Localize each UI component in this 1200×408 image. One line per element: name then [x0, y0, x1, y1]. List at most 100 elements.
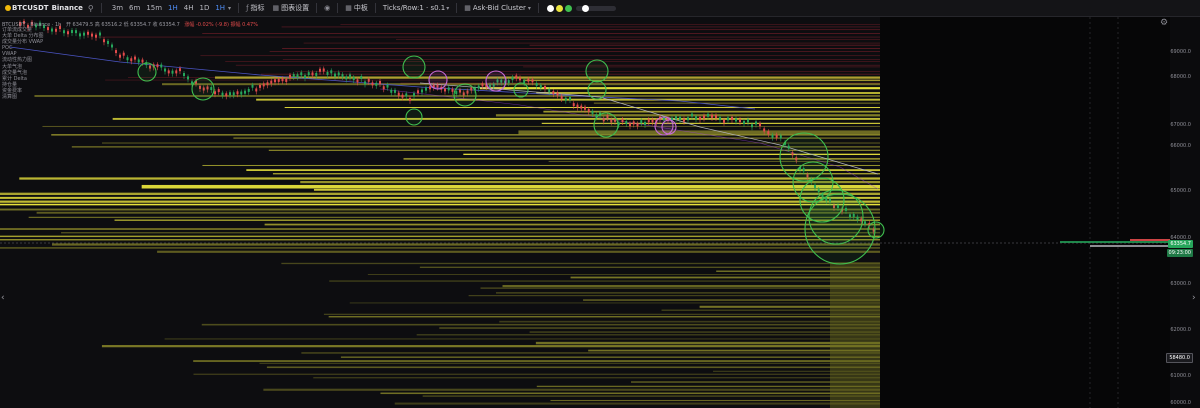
candle-body — [731, 116, 733, 120]
bid-liquidity-bar — [19, 177, 881, 180]
candle-body — [375, 82, 378, 86]
ask-liquidity-line — [282, 59, 880, 60]
timeframe-15m[interactable]: 15m — [143, 4, 165, 12]
candle-body — [345, 76, 348, 80]
candle-body — [356, 79, 359, 83]
toolbar-divider — [316, 3, 318, 13]
cluster-mode-dropdown[interactable]: ▦ Ask-Bid Cluster ▾ — [460, 0, 535, 16]
candle-body — [330, 70, 333, 74]
price-tick: 65000.0 — [1170, 188, 1191, 194]
candle-body — [771, 134, 774, 138]
bid-liquidity-bar — [495, 292, 880, 294]
ask-liquidity-line — [202, 33, 880, 34]
current-timeframe-dropdown[interactable]: 1H — [212, 4, 228, 12]
candle-body — [535, 83, 538, 87]
search-icon[interactable]: ⚲ — [88, 4, 94, 13]
candle-body — [319, 68, 321, 72]
candle-body — [703, 115, 705, 119]
candle-body — [405, 93, 408, 97]
candle-body — [285, 78, 288, 82]
ask-liquidity-line — [225, 61, 880, 62]
bid-liquidity-bar — [114, 219, 880, 221]
bid-liquidity-bar — [36, 211, 880, 214]
chevron-left-icon[interactable]: ‹ — [1, 293, 5, 303]
candle-body — [556, 92, 559, 96]
ticks-per-row-dropdown[interactable]: Ticks/Row:1 · s0.1 ▾ — [379, 0, 453, 16]
timeframe-3m[interactable]: 3m — [109, 4, 126, 12]
bid-liquidity-bar — [394, 402, 880, 405]
candle-body — [447, 87, 450, 91]
visibility-button[interactable]: ◉ — [320, 0, 334, 16]
buy-volume-bubble — [137, 62, 157, 82]
bid-liquidity-bar — [266, 366, 880, 369]
intensity-slider[interactable] — [575, 4, 616, 12]
cluster-mode-label: Ask-Bid Cluster — [472, 4, 526, 12]
orderflow-chart[interactable] — [0, 17, 1200, 408]
candle-body — [379, 80, 381, 84]
candle-body — [262, 83, 265, 87]
price-tick: 63000.0 — [1170, 281, 1191, 287]
slider-knob[interactable] — [581, 4, 589, 12]
bid-liquidity-bar — [202, 164, 880, 166]
candle-body — [251, 84, 254, 88]
symbol-selector[interactable]: BTCUSDT Binance ⚲ — [0, 0, 98, 16]
candle-body — [723, 119, 725, 123]
candle-body — [270, 80, 273, 84]
symbol-label: BTCUSDT — [12, 4, 49, 12]
candle-body — [394, 89, 396, 93]
candle-body — [187, 76, 189, 80]
candle-body — [417, 90, 419, 94]
timeframe-6m[interactable]: 6m — [126, 4, 143, 12]
chart-settings-button[interactable]: ▦ 图表设置 — [269, 0, 314, 16]
timeframe-4h[interactable]: 4H — [181, 4, 197, 12]
candle-body — [727, 117, 729, 121]
bid-liquidity-bar — [28, 216, 881, 218]
candle-body — [640, 120, 643, 124]
bid-liquidity-bar — [439, 327, 880, 329]
ask-liquidity-line — [395, 38, 880, 40]
candle-body — [160, 64, 163, 68]
candle-body — [67, 31, 69, 35]
tab-middle[interactable]: ▦ 中板 — [341, 0, 372, 16]
candle-body — [337, 72, 340, 76]
bid-liquidity-bar — [380, 392, 880, 395]
candle-body — [511, 76, 514, 80]
bid-liquidity-bar — [323, 313, 881, 315]
timeframe-1d[interactable]: 1D — [196, 4, 212, 12]
chevron-down-icon[interactable]: ▾ — [228, 5, 231, 12]
candle-body — [119, 54, 121, 58]
candle-body — [751, 124, 753, 128]
bid-liquidity-bar — [548, 160, 880, 162]
candle-body — [569, 96, 571, 100]
bid-liquidity-bar — [593, 102, 880, 104]
candle-body — [137, 59, 140, 63]
indicators-button[interactable]: ƒ 指标 — [242, 0, 268, 16]
candle-body — [425, 87, 427, 91]
depth-bar — [1090, 245, 1170, 247]
candle-body — [739, 119, 741, 123]
timeframe-1h[interactable]: 1H — [165, 4, 181, 12]
bid-liquidity-bar — [259, 362, 881, 364]
bid-liquidity-bar — [502, 284, 880, 288]
price-tick: 68000.0 — [1170, 74, 1191, 80]
bid-liquidity-bar — [349, 302, 881, 304]
sell-volume-bubble — [661, 119, 677, 135]
indicator-item[interactable]: 清算图 — [2, 94, 44, 100]
color-swatch-yellow[interactable] — [555, 4, 563, 12]
color-swatch-white[interactable] — [546, 4, 554, 12]
candle-body — [507, 80, 510, 84]
gear-icon[interactable]: ⚙ — [1160, 18, 1168, 28]
bid-liquidity-bar — [61, 232, 881, 234]
chevron-right-icon[interactable]: › — [1192, 293, 1196, 303]
chart-area[interactable]: BTCUSDT · Binance · 1h 开 63479.5 高 63516… — [0, 17, 1200, 408]
candle-body — [584, 106, 586, 110]
candle-body — [775, 134, 778, 138]
candle-body — [695, 116, 697, 120]
candle-body — [141, 59, 144, 63]
candle-body — [334, 73, 336, 77]
candle-body — [429, 86, 431, 90]
buy-volume-bubble — [593, 112, 619, 138]
color-swatch-green[interactable] — [564, 4, 572, 12]
bid-liquidity-bar — [0, 192, 880, 196]
candle-body — [95, 34, 97, 38]
